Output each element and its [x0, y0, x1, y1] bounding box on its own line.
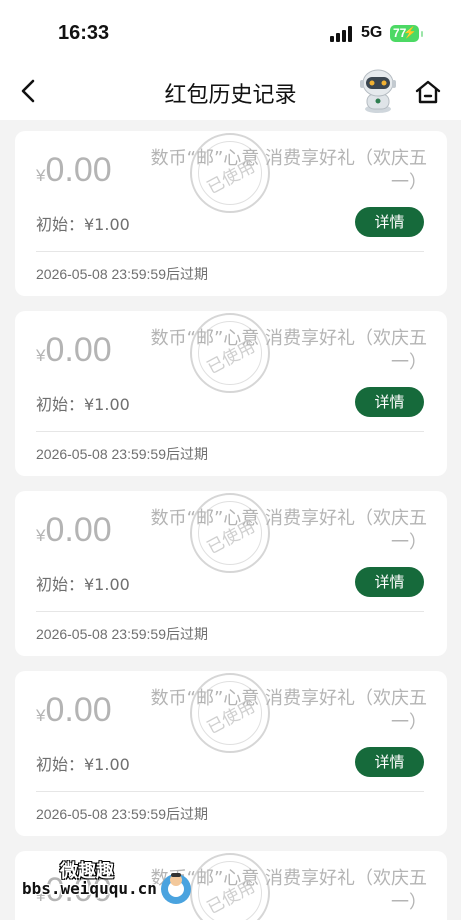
detail-button[interactable]: 详情	[355, 567, 424, 597]
expiry-text: 2026-05-08 23:59:59后过期	[36, 626, 208, 642]
battery-icon: 77 ⚡	[390, 25, 423, 42]
balance-amount: ¥0.00	[36, 151, 112, 190]
expiry-text: 2026-05-08 23:59:59后过期	[36, 446, 208, 462]
watermark-url: bbs.weiququ.cn	[22, 879, 157, 898]
red-packet-card: 已使用 ¥0.00 数币“邮”心意 消费享好礼（欢庆五一） 初始：¥1.00 详…	[15, 491, 447, 656]
nav-bar: 红包历史记录	[0, 62, 461, 120]
signal-icon	[330, 26, 354, 42]
card-title: 数币“邮”心意 消费享好礼（欢庆五一）	[150, 508, 427, 553]
red-packet-card: 已使用 ¥0.00 数币“邮”心意 消费享好礼（欢庆五一） 初始：¥1.00 详…	[15, 311, 447, 476]
initial-amount: 初始：¥1.00	[36, 395, 130, 414]
red-packet-card: 已使用 ¥0.00 数币“邮”心意 消费享好礼（欢庆五一） 初始：¥1.00 详…	[15, 671, 447, 836]
amount-value: 0.00	[45, 331, 112, 369]
expiry-text: 2026-05-08 23:59:59后过期	[36, 806, 208, 822]
status-bar: 16:33 5G 77 ⚡	[0, 0, 461, 62]
amount-value: 0.00	[45, 151, 112, 189]
charging-icon: ⚡	[403, 27, 417, 39]
red-packet-card: 已使用 ¥0.00 数币“邮”心意 消费享好礼（欢庆五一） 初始：¥1.00 详…	[15, 131, 447, 296]
initial-amount: 初始：¥1.00	[36, 755, 130, 774]
robot-assistant-icon[interactable]	[357, 68, 399, 114]
status-time: 16:33	[58, 22, 110, 44]
detail-button[interactable]: 详情	[355, 207, 424, 237]
home-icon	[415, 80, 441, 104]
initial-amount: 初始：¥1.00	[36, 215, 130, 234]
balance-amount: ¥0.00	[36, 331, 112, 370]
detail-button[interactable]: 详情	[355, 387, 424, 417]
amount-value: 0.00	[45, 691, 112, 729]
home-button[interactable]	[414, 79, 442, 105]
card-title: 数币“邮”心意 消费享好礼（欢庆五一）	[150, 688, 427, 733]
divider	[36, 251, 424, 252]
card-title: 数币“邮”心意 消费享好礼（欢庆五一）	[150, 148, 427, 193]
divider	[36, 611, 424, 612]
amount-value: 0.00	[45, 511, 112, 549]
expiry-text: 2026-05-08 23:59:59后过期	[36, 266, 208, 282]
initial-amount: 初始：¥1.00	[36, 575, 130, 594]
balance-amount: ¥0.00	[36, 511, 112, 550]
detail-button[interactable]: 详情	[355, 747, 424, 777]
site-watermark: 微趣趣 bbs.weiququ.cn	[0, 855, 200, 920]
network-type: 5G	[361, 24, 383, 41]
divider	[36, 431, 424, 432]
card-title: 数币“邮”心意 消费享好礼（欢庆五一）	[150, 328, 427, 373]
balance-amount: ¥0.00	[36, 691, 112, 730]
divider	[36, 791, 424, 792]
mascot-logo-icon	[158, 869, 194, 905]
